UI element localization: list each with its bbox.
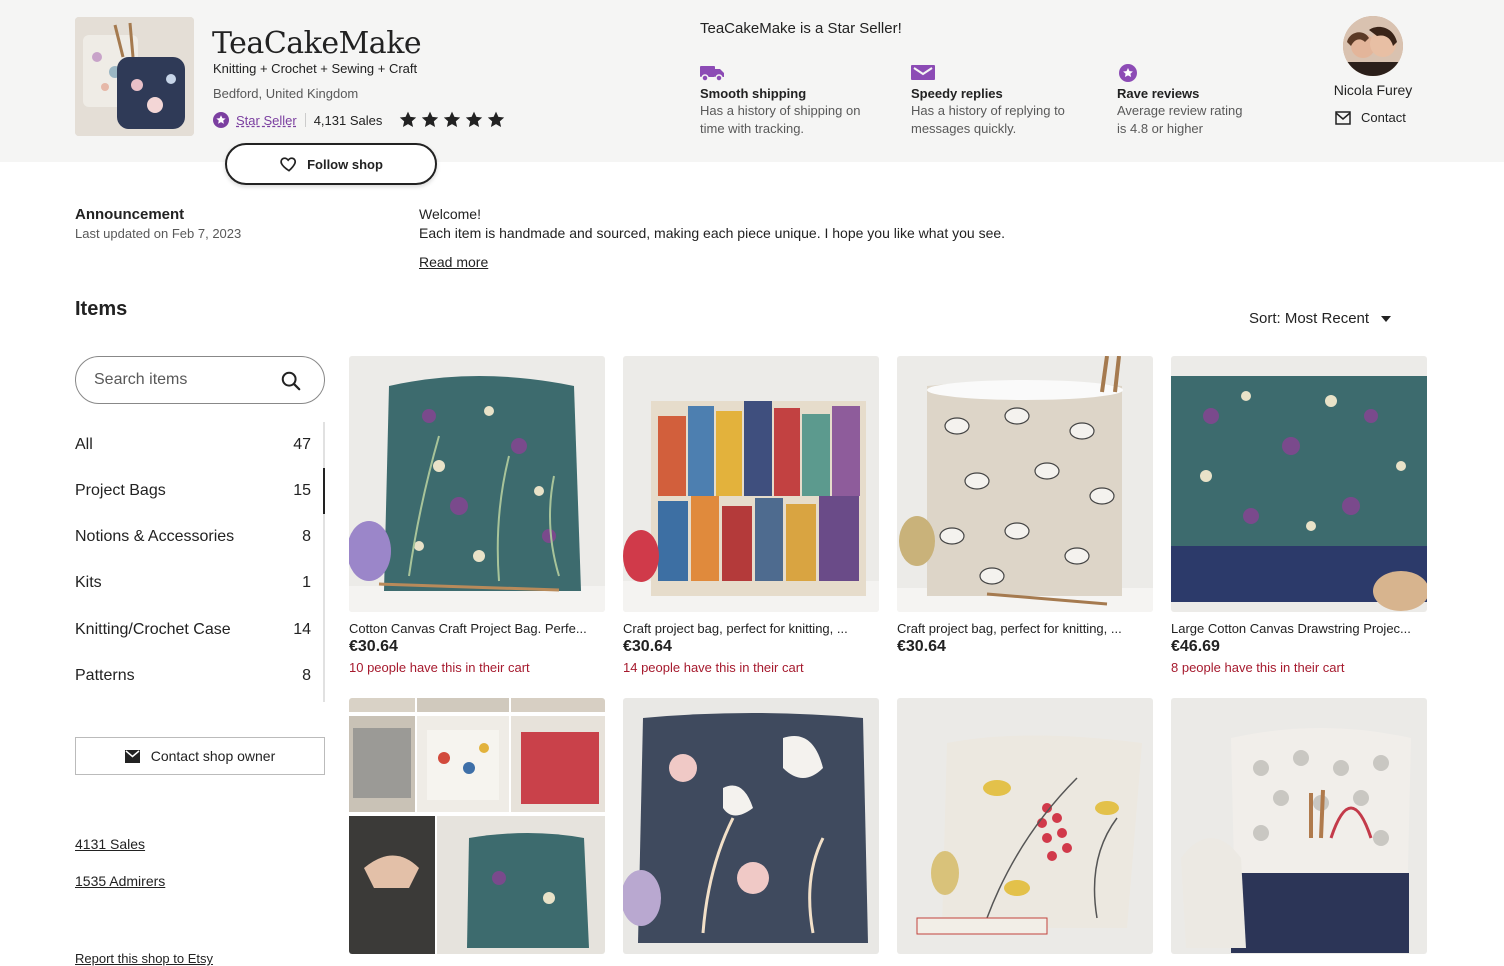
announcement-title: Announcement	[75, 206, 185, 223]
listing-card[interactable]: Craft project bag, perfect for knitting,…	[623, 356, 879, 675]
category-divider	[323, 422, 325, 702]
shop-icon-image[interactable]	[75, 17, 194, 136]
category-notions-accessories[interactable]: Notions & Accessories 8	[75, 514, 323, 560]
announcement-date: Last updated on Feb 7, 2023	[75, 226, 242, 241]
announcement-text: Each item is handmade and sourced, makin…	[419, 225, 1006, 241]
perk-desc: Has a history of shipping on time with tr…	[700, 103, 861, 136]
category-project-bags[interactable]: Project Bags 15	[75, 468, 325, 514]
rating-stars[interactable]	[398, 110, 506, 130]
star-icon	[444, 111, 461, 127]
read-more-link[interactable]: Read more	[419, 254, 488, 270]
listing-title[interactable]: Large Cotton Canvas Drawstring Projec...	[1171, 621, 1427, 636]
perk-shipping: Smooth shipping Has a history of shippin…	[700, 64, 890, 138]
listing-price: €30.64	[623, 638, 672, 655]
listing-price: €30.64	[349, 638, 398, 655]
heart-icon	[280, 157, 297, 172]
category-kits[interactable]: Kits 1	[75, 560, 323, 606]
perk-title: Speedy replies	[911, 86, 1003, 101]
listing-price: €46.69	[1171, 638, 1220, 655]
follow-shop-label: Follow shop	[307, 156, 383, 172]
star-icon	[422, 111, 439, 127]
cart-count: 14 people have this in their cart	[623, 660, 804, 675]
listing-card[interactable]	[1171, 698, 1427, 954]
truck-icon	[700, 66, 724, 82]
listing-card[interactable]: Large Cotton Canvas Drawstring Projec...…	[1171, 356, 1427, 675]
listing-photo[interactable]	[349, 698, 605, 954]
avatar[interactable]	[1343, 16, 1403, 76]
cart-count: 10 people have this in their cart	[349, 660, 530, 675]
shop-name: TeaCakeMake	[212, 26, 422, 61]
listing-card[interactable]	[897, 698, 1153, 954]
listing-photo[interactable]	[897, 356, 1153, 612]
listing-photo[interactable]	[897, 698, 1153, 954]
listing-card[interactable]: Craft project bag, perfect for knitting,…	[897, 356, 1153, 660]
message-icon	[911, 65, 935, 80]
sort-label: Sort: Most Recent	[1249, 310, 1370, 327]
category-patterns[interactable]: Patterns 8	[75, 653, 323, 699]
perk-desc: Average review rating is 4.8 or higher	[1117, 103, 1243, 136]
listing-photo[interactable]	[349, 356, 605, 612]
listing-photo[interactable]	[623, 698, 879, 954]
listing-photo[interactable]	[1171, 356, 1427, 612]
perk-title: Smooth shipping	[700, 86, 807, 101]
sales-count: 4,131 Sales	[313, 112, 383, 128]
contact-label: Contact	[1361, 110, 1406, 125]
star-seller-title: TeaCakeMake is a Star Seller!	[700, 20, 902, 37]
report-shop-link[interactable]: Report this shop to Etsy	[75, 951, 213, 966]
sales-link[interactable]: 4131 Sales	[75, 836, 145, 852]
envelope-icon	[1335, 110, 1351, 125]
items-heading: Items	[75, 298, 128, 320]
listing-photo[interactable]	[623, 356, 879, 612]
admirers-link[interactable]: 1535 Admirers	[75, 873, 165, 889]
search-field[interactable]	[75, 356, 325, 404]
caret-down-icon	[1381, 315, 1392, 322]
envelope-icon	[124, 749, 140, 763]
search-input[interactable]	[94, 371, 264, 389]
listing-card[interactable]: Cotton Canvas Craft Project Bag. Perfe..…	[349, 356, 605, 675]
divider	[304, 113, 306, 127]
shop-location: Bedford, United Kingdom	[213, 86, 359, 101]
listing-card[interactable]	[349, 698, 605, 954]
listing-price: €30.64	[897, 638, 946, 655]
star-icon	[466, 111, 483, 127]
star-seller-badge-icon	[213, 112, 229, 128]
seller-row: Star Seller 4,131 Sales	[213, 110, 506, 130]
shop-tagline: Knitting + Crochet + Sewing + Craft	[213, 61, 418, 76]
contact-shop-owner-button[interactable]: Contact shop owner	[75, 737, 325, 775]
star-icon	[400, 111, 417, 127]
perk-reviews: Rave reviews Average review rating is 4.8…	[1117, 64, 1307, 138]
star-seller-link[interactable]: Star Seller	[236, 113, 297, 128]
listing-title[interactable]: Craft project bag, perfect for knitting,…	[623, 621, 879, 636]
contact-owner-link[interactable]: Contact	[1335, 110, 1406, 125]
contact-shop-owner-label: Contact shop owner	[150, 748, 276, 764]
star-icon	[488, 111, 505, 127]
perk-desc: Has a history of replying to messages qui…	[911, 103, 1065, 136]
owner-name: Nicola Furey	[1333, 82, 1413, 98]
announcement-welcome: Welcome!	[419, 206, 481, 222]
sort-dropdown[interactable]: Sort: Most Recent	[1249, 310, 1392, 327]
listing-title[interactable]: Cotton Canvas Craft Project Bag. Perfe..…	[349, 621, 605, 636]
perk-title: Rave reviews	[1117, 86, 1200, 101]
category-knitting-crochet-case[interactable]: Knitting/Crochet Case 14	[75, 607, 323, 653]
search-icon[interactable]	[280, 370, 302, 392]
cart-count: 8 people have this in their cart	[1171, 660, 1345, 675]
listing-title[interactable]: Craft project bag, perfect for knitting,…	[897, 621, 1153, 636]
follow-shop-button[interactable]: Follow shop	[225, 143, 437, 185]
star-badge-icon	[1119, 64, 1137, 82]
listing-photo[interactable]	[1171, 698, 1427, 954]
listing-card[interactable]	[623, 698, 879, 954]
category-all[interactable]: All 47	[75, 422, 323, 468]
perk-replies: Speedy replies Has a history of replying…	[911, 64, 1101, 138]
